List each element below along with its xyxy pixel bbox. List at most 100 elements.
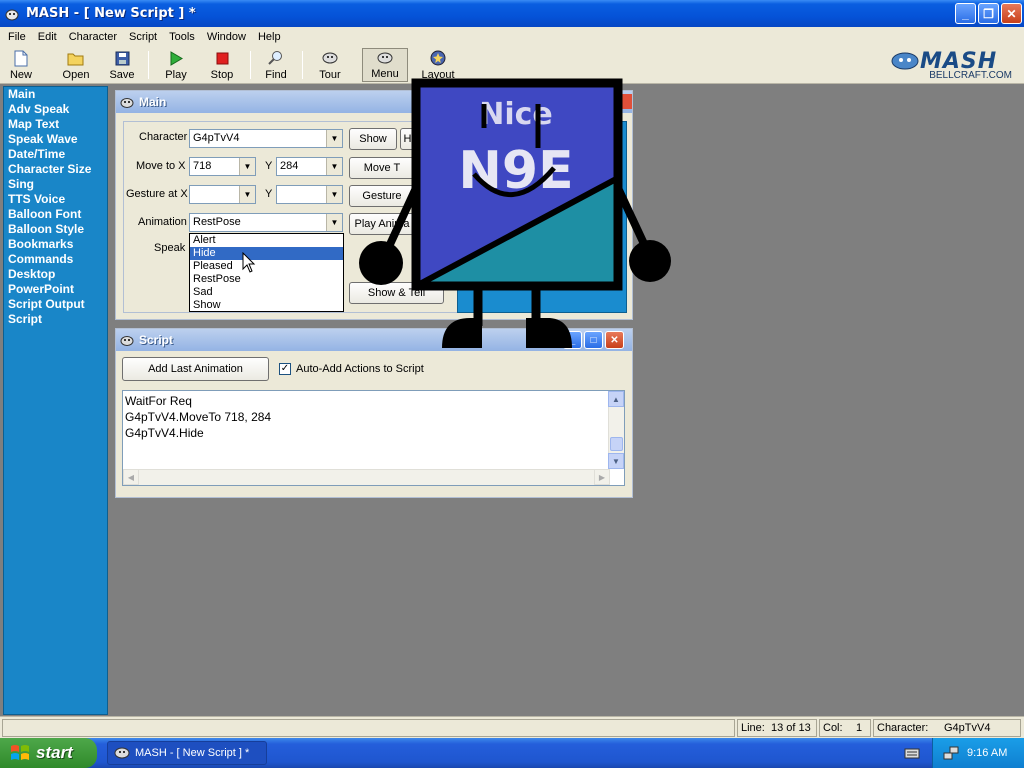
toolbar-separator [148,51,149,79]
menu-window[interactable]: Window [201,31,252,43]
speak-label: Speak [154,242,186,254]
menu-bar: File Edit Character Script Tools Window … [0,27,1024,47]
move-x-select[interactable]: 718 ▼ [189,157,256,176]
menu-button[interactable]: Menu [362,48,408,82]
sidebar-item-balloon-style[interactable]: Balloon Style [4,222,107,237]
minimize-icon: _ [962,6,969,21]
restore-icon: ❐ [983,6,994,21]
animation-option-restpose[interactable]: RestPose [190,273,343,286]
sidebar-item-commands[interactable]: Commands [4,252,107,267]
character-left-hand [359,241,403,285]
menu-script[interactable]: Script [123,31,163,43]
stop-button[interactable]: Stop [206,48,238,82]
animation-option-show[interactable]: Show [190,299,343,312]
toolbar-separator [302,51,303,79]
scroll-left-icon[interactable]: ◀ [123,469,139,485]
menu-character[interactable]: Character [63,31,123,43]
start-button[interactable]: start [0,738,97,768]
character-right-foot [526,318,572,348]
menu-edit[interactable]: Edit [32,31,63,43]
add-last-animation-button[interactable]: Add Last Animation [122,357,269,381]
close-button[interactable]: ✕ [1001,3,1022,24]
tour-button[interactable]: Tour [314,48,346,82]
animation-option-pleased[interactable]: Pleased [190,260,343,273]
open-folder-icon [67,49,85,67]
animation-option-hide[interactable]: Hide [190,247,343,260]
scroll-up-icon[interactable]: ▲ [608,391,624,407]
chevron-down-icon: ▼ [326,214,342,231]
keyboard-icon[interactable] [904,746,920,760]
sidebar-item-powerpoint[interactable]: PowerPoint [4,282,107,297]
minimize-button[interactable]: _ [955,3,976,24]
status-bar: Line: 13 of 13 Col: 1 Character: G4pTvV4 [0,716,1024,738]
gesture-x-select[interactable]: ▼ [189,185,256,204]
save-disk-icon [113,49,131,67]
animation-select[interactable]: RestPose ▼ [189,213,343,232]
menu-tools[interactable]: Tools [163,31,201,43]
sidebar-item-tts-voice[interactable]: TTS Voice [4,192,107,207]
script-horizontal-scrollbar[interactable]: ◀ ▶ [123,469,610,485]
mash-task-icon [114,747,130,759]
taskbar-item-mash[interactable]: MASH - [ New Script ] * [107,741,267,765]
gesture-at-x-label: Gesture at X [126,188,188,200]
animation-option-sad[interactable]: Sad [190,286,343,299]
move-y-select[interactable]: 284 ▼ [276,157,343,176]
sidebar-item-script[interactable]: Script [4,312,107,327]
sidebar-item-adv-speak[interactable]: Adv Speak [4,102,107,117]
status-col: Col: 1 [819,719,871,737]
layout-button[interactable]: Layout [418,48,458,82]
sidebar-item-map-text[interactable]: Map Text [4,117,107,132]
windows-logo-icon [11,745,29,760]
close-icon: ✕ [1006,6,1017,21]
n9e-character[interactable]: Nice N9E [350,78,680,358]
sidebar-item-character-size[interactable]: Character Size [4,162,107,177]
network-icon[interactable] [943,745,959,761]
scroll-down-icon[interactable]: ▼ [608,453,624,469]
sidebar-item-speak-wave[interactable]: Speak Wave [4,132,107,147]
scroll-thumb[interactable] [610,437,623,451]
tour-character-icon [321,49,339,67]
sidebar-item-balloon-font[interactable]: Balloon Font [4,207,107,222]
main-window-icon [120,98,134,108]
chevron-down-icon: ▼ [239,186,255,203]
play-icon [167,49,185,67]
character-text-nice: Nice [479,97,553,132]
menu-help[interactable]: Help [252,31,287,43]
play-button[interactable]: Play [160,48,192,82]
script-line: WaitFor Req [125,394,192,408]
sidebar-item-bookmarks[interactable]: Bookmarks [4,237,107,252]
clock[interactable]: 9:16 AM [967,747,1007,759]
sidebar-item-main[interactable]: Main [4,87,107,102]
save-button[interactable]: Save [106,48,138,82]
find-button[interactable]: Find [262,48,290,82]
scroll-right-icon[interactable]: ▶ [594,469,610,485]
new-document-icon [12,49,30,67]
menu-file[interactable]: File [2,31,32,43]
chevron-down-icon: ▼ [326,158,342,175]
new-button[interactable]: New [4,48,38,82]
toolbar-separator [250,51,251,79]
main-window-title: Main [139,95,167,109]
gesture-y-select[interactable]: ▼ [276,185,343,204]
status-message-area [2,719,735,737]
sidebar-item-date-time[interactable]: Date/Time [4,147,107,162]
sidebar-item-sing[interactable]: Sing [4,177,107,192]
animation-dropdown-list: Alert Hide Pleased RestPose Sad Show [189,233,344,312]
move-to-x-label: Move to X [136,160,186,172]
sidebar-item-script-output[interactable]: Script Output [4,297,107,312]
maximize-button[interactable]: ❐ [978,3,999,24]
menu-character-icon [376,49,394,66]
character-select[interactable]: G4pTvV4 ▼ [189,129,343,148]
status-character: Character: G4pTvV4 [873,719,1021,737]
open-button[interactable]: Open [58,48,94,82]
animation-option-alert[interactable]: Alert [190,234,343,247]
script-editor[interactable]: WaitFor Req G4pTvV4.MoveTo 718, 284 G4pT… [122,390,625,486]
sidebar-item-desktop[interactable]: Desktop [4,267,107,282]
script-vertical-scrollbar[interactable]: ▲ ▼ [608,391,624,469]
script-window-icon [120,336,134,346]
taskbar: start MASH - [ New Script ] * 9:16 AM [0,738,1024,768]
auto-add-label: Auto-Add Actions to Script [296,363,424,375]
auto-add-checkbox[interactable]: ✓ [279,363,291,375]
chevron-down-icon: ▼ [326,130,342,147]
character-left-foot [442,318,482,348]
